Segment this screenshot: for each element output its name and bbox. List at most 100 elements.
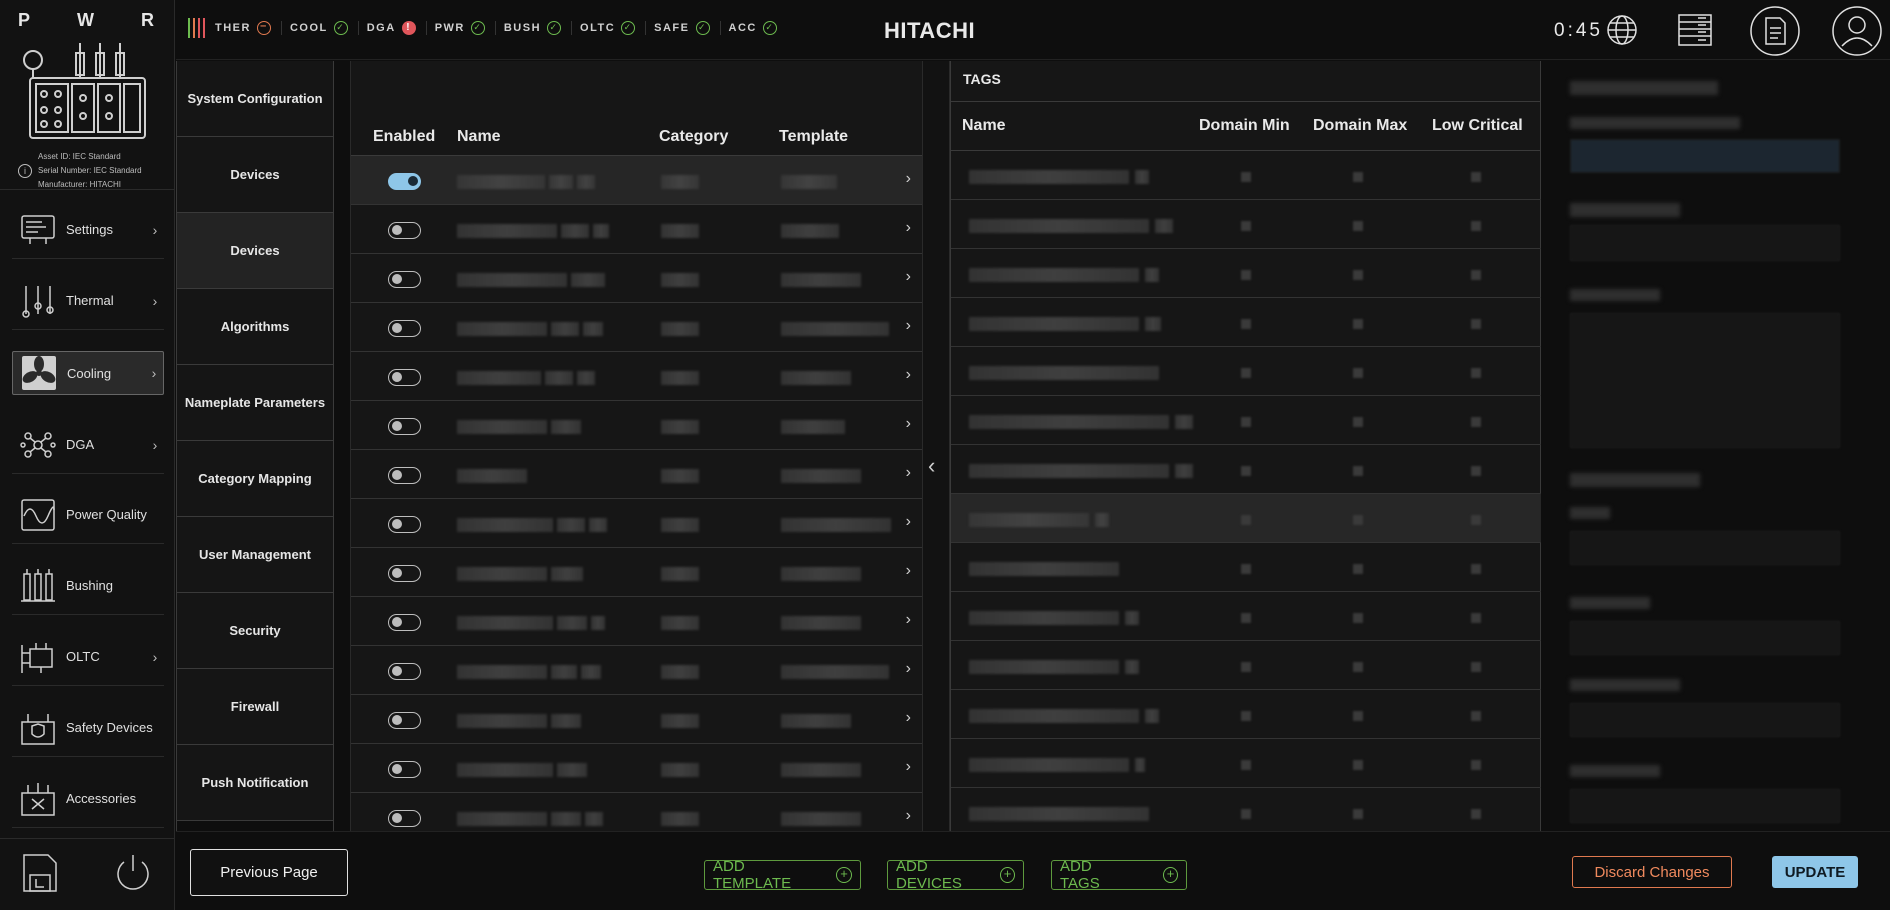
chevron-right-icon[interactable]: › bbox=[906, 807, 911, 825]
device-row[interactable]: › bbox=[351, 744, 923, 793]
submenu-algorithms[interactable]: Algorithms bbox=[177, 289, 333, 365]
enabled-toggle[interactable] bbox=[388, 467, 421, 484]
enabled-toggle[interactable] bbox=[388, 271, 421, 288]
device-row[interactable]: › bbox=[351, 401, 923, 450]
chevron-right-icon[interactable]: › bbox=[906, 219, 911, 237]
user-avatar-icon[interactable] bbox=[1832, 6, 1882, 56]
col-category[interactable]: Category bbox=[659, 128, 728, 146]
enabled-toggle[interactable] bbox=[388, 810, 421, 827]
chevron-right-icon[interactable]: › bbox=[906, 513, 911, 531]
submenu-devices[interactable]: Devices bbox=[177, 137, 333, 213]
device-row[interactable]: › bbox=[351, 205, 923, 254]
chevron-right-icon[interactable]: › bbox=[906, 415, 911, 433]
enabled-toggle[interactable] bbox=[388, 369, 421, 386]
chevron-right-icon[interactable]: › bbox=[906, 660, 911, 678]
submenu-security[interactable]: Security bbox=[177, 593, 333, 669]
tag-row[interactable] bbox=[951, 494, 1542, 543]
device-row[interactable]: › bbox=[351, 303, 923, 352]
nav-item-thermal[interactable]: Thermal › bbox=[12, 272, 164, 330]
form-field[interactable] bbox=[1570, 139, 1840, 173]
chevron-right-icon[interactable]: › bbox=[906, 758, 911, 776]
form-field[interactable] bbox=[1570, 621, 1840, 655]
add-template-button[interactable]: ADD TEMPLATE + bbox=[704, 858, 861, 892]
tag-row[interactable] bbox=[951, 592, 1542, 641]
status-cool[interactable]: COOL ✓ bbox=[280, 21, 348, 35]
add-tags-button[interactable]: ADD TAGS + bbox=[1051, 858, 1187, 892]
form-field[interactable] bbox=[1570, 225, 1840, 261]
chevron-right-icon[interactable]: › bbox=[906, 317, 911, 335]
nav-item-power-quality[interactable]: Power Quality bbox=[12, 486, 164, 544]
chevron-right-icon[interactable]: › bbox=[906, 562, 911, 580]
nav-item-dga[interactable]: DGA › bbox=[12, 416, 164, 474]
discard-changes-button[interactable]: Discard Changes bbox=[1572, 856, 1732, 888]
status-pwr[interactable]: PWR ✓ bbox=[425, 21, 485, 35]
enabled-toggle[interactable] bbox=[388, 565, 421, 582]
enabled-toggle[interactable] bbox=[388, 320, 421, 337]
tag-col-domain-max[interactable]: Domain Max bbox=[1313, 117, 1407, 135]
submenu-firewall[interactable]: Firewall bbox=[177, 669, 333, 745]
save-icon[interactable] bbox=[22, 853, 58, 893]
col-enabled[interactable]: Enabled bbox=[373, 128, 435, 146]
submenu-system-configuration[interactable]: System Configuration bbox=[177, 61, 333, 137]
nav-item-cooling[interactable]: Cooling › bbox=[12, 351, 164, 395]
submenu-nameplate-parameters[interactable]: Nameplate Parameters bbox=[177, 365, 333, 441]
enabled-toggle[interactable] bbox=[388, 516, 421, 533]
nav-item-accessories[interactable]: Accessories bbox=[12, 770, 164, 828]
nav-item-settings[interactable]: Settings › bbox=[12, 201, 164, 259]
device-row[interactable]: › bbox=[351, 254, 923, 303]
status-bush[interactable]: BUSH ✓ bbox=[494, 21, 562, 35]
previous-page-button[interactable]: Previous Page bbox=[190, 849, 348, 896]
form-field[interactable] bbox=[1570, 703, 1840, 737]
tag-row[interactable] bbox=[951, 298, 1542, 347]
enabled-toggle[interactable] bbox=[388, 712, 421, 729]
nav-item-oltc[interactable]: OLTC › bbox=[12, 628, 164, 686]
tag-col-domain-min[interactable]: Domain Min bbox=[1199, 117, 1290, 135]
device-row[interactable]: › bbox=[351, 548, 923, 597]
device-row[interactable]: › bbox=[351, 695, 923, 744]
enabled-toggle[interactable] bbox=[388, 222, 421, 239]
status-dga[interactable]: DGA! bbox=[357, 21, 416, 35]
submenu-user-management[interactable]: User Management bbox=[177, 517, 333, 593]
enabled-toggle[interactable] bbox=[388, 173, 421, 190]
server-icon[interactable] bbox=[1678, 14, 1712, 46]
power-icon[interactable] bbox=[114, 853, 152, 893]
chevron-right-icon[interactable]: › bbox=[906, 170, 911, 188]
tag-row[interactable] bbox=[951, 543, 1542, 592]
collapse-chevron-icon[interactable]: ‹ bbox=[928, 453, 935, 479]
submenu-push-notification[interactable]: Push Notification bbox=[177, 745, 333, 821]
tag-col-name[interactable]: Name bbox=[962, 117, 1006, 135]
submenu-category-mapping[interactable]: Category Mapping bbox=[177, 441, 333, 517]
tag-row[interactable] bbox=[951, 151, 1542, 200]
tag-col-low-critical[interactable]: Low Critical bbox=[1432, 117, 1523, 135]
nav-item-bushing[interactable]: Bushing bbox=[12, 557, 164, 615]
tag-row[interactable] bbox=[951, 347, 1542, 396]
device-row[interactable]: › bbox=[351, 499, 923, 548]
update-button[interactable]: UPDATE bbox=[1772, 856, 1858, 888]
device-row[interactable]: › bbox=[351, 646, 923, 695]
col-name[interactable]: Name bbox=[457, 128, 501, 146]
globe-icon[interactable] bbox=[1606, 14, 1638, 46]
chevron-right-icon[interactable]: › bbox=[906, 268, 911, 286]
tag-row[interactable] bbox=[951, 641, 1542, 690]
col-template[interactable]: Template bbox=[779, 128, 848, 146]
status-oltc[interactable]: OLTC ✓ bbox=[571, 21, 636, 35]
nav-item-safety-devices[interactable]: Safety Devices bbox=[12, 699, 164, 757]
device-row[interactable]: › bbox=[351, 352, 923, 401]
tag-row[interactable] bbox=[951, 739, 1542, 788]
chevron-right-icon[interactable]: › bbox=[906, 366, 911, 384]
form-textarea[interactable] bbox=[1570, 313, 1840, 448]
enabled-toggle[interactable] bbox=[388, 761, 421, 778]
tag-row[interactable] bbox=[951, 396, 1542, 445]
chevron-right-icon[interactable]: › bbox=[906, 464, 911, 482]
tag-row[interactable] bbox=[951, 249, 1542, 298]
enabled-toggle[interactable] bbox=[388, 418, 421, 435]
status-acc[interactable]: ACC ✓ bbox=[719, 21, 777, 35]
device-row[interactable]: › bbox=[351, 156, 923, 205]
enabled-toggle[interactable] bbox=[388, 663, 421, 680]
add-devices-button[interactable]: ADD DEVICES + bbox=[887, 858, 1024, 892]
tag-row[interactable] bbox=[951, 690, 1542, 739]
chevron-right-icon[interactable]: › bbox=[906, 611, 911, 629]
status-ther[interactable]: THER – bbox=[215, 21, 271, 35]
info-icon[interactable]: i bbox=[18, 164, 32, 178]
tag-row[interactable] bbox=[951, 200, 1542, 249]
